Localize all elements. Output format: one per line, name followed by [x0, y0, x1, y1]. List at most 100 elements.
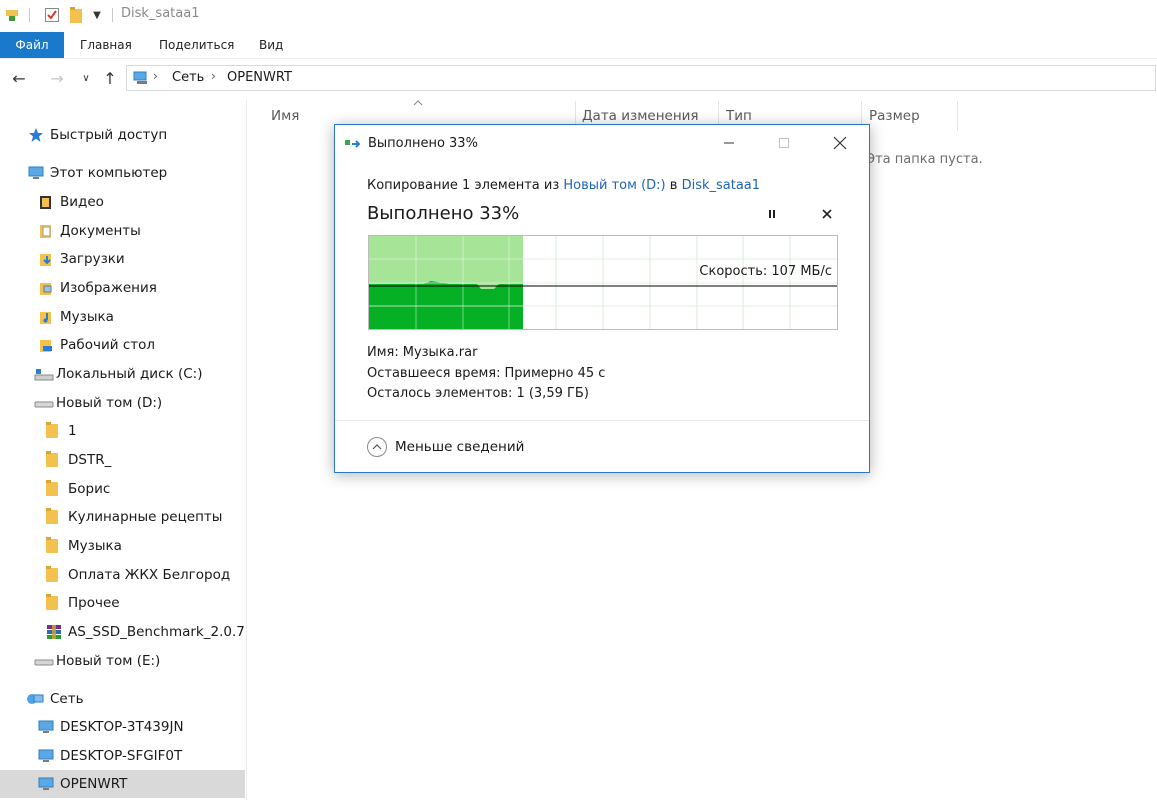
address-bar[interactable]: › Сеть › OPENWRT — [126, 65, 1156, 91]
nav-folder[interactable]: Музыка — [0, 532, 245, 560]
nav-item-documents[interactable]: Документы — [0, 217, 245, 245]
tab-view[interactable]: Вид — [259, 32, 283, 58]
folder-icon — [46, 422, 62, 439]
detail-time: Оставшееся время: Примерно 45 с — [367, 366, 605, 381]
separator — [29, 8, 30, 22]
desktop-folder-icon — [38, 337, 54, 353]
less-details-button[interactable]: Меньше сведений — [367, 437, 524, 457]
column-name[interactable]: Имя — [271, 108, 299, 124]
nav-item-downloads[interactable]: Загрузки — [0, 245, 245, 273]
nav-folder[interactable]: Кулинарные рецепты — [0, 503, 245, 531]
star-icon — [28, 127, 44, 143]
computer-icon — [38, 748, 54, 764]
nav-item-music[interactable]: Музыка — [0, 303, 245, 331]
drive-icon — [34, 653, 54, 669]
new-folder-icon[interactable] — [66, 5, 86, 25]
properties-icon[interactable] — [42, 5, 62, 25]
nav-label: Кулинарные рецепты — [68, 509, 223, 525]
up-button[interactable]: ↑ — [100, 68, 120, 88]
nav-network-computer-selected[interactable]: OPENWRT — [0, 770, 245, 798]
nav-item-desktop[interactable]: Рабочий стол — [0, 331, 245, 359]
nav-label: OPENWRT — [60, 776, 128, 792]
detail-label: Имя: — [367, 345, 399, 360]
column-divider[interactable] — [957, 101, 958, 131]
nav-item-drive-e[interactable]: Новый том (E:) — [0, 647, 245, 675]
nav-folder[interactable]: Прочее — [0, 589, 245, 617]
tab-file[interactable]: Файл — [0, 32, 64, 58]
back-button[interactable]: ← — [9, 68, 29, 88]
pictures-folder-icon — [38, 280, 54, 296]
destination-link[interactable]: Disk_sataa1 — [682, 178, 760, 193]
minimize-button[interactable] — [714, 131, 744, 155]
speed-label: Скорость: 107 МБ/с — [699, 264, 832, 279]
ribbon: Файл Главная Поделиться Вид — [0, 32, 1157, 59]
close-button[interactable] — [825, 131, 855, 155]
nav-network[interactable]: Сеть — [0, 685, 245, 713]
folder-icon — [46, 594, 62, 611]
video-folder-icon — [38, 194, 54, 210]
copy-mid: в — [669, 178, 678, 193]
nav-network-computer[interactable]: DESKTOP-3T439JN — [0, 713, 245, 741]
nav-file-benchmark[interactable]: AS_SSD_Benchmark_2.0.7316 — [0, 618, 245, 646]
empty-folder-message: Эта папка пуста. — [866, 152, 983, 167]
explorer-icon — [2, 5, 22, 25]
nav-network-computer[interactable]: DESKTOP-SFGIF0T — [0, 742, 245, 770]
nav-label: Музыка — [60, 309, 114, 325]
nav-item-video[interactable]: Видео — [0, 188, 245, 216]
copy-description: Копирование 1 элемента из Новый том (D:)… — [367, 178, 760, 193]
customize-toolbar-icon[interactable]: ▼ — [88, 5, 106, 25]
nav-folder[interactable]: DSTR_ — [0, 446, 245, 474]
sort-ascending-icon — [413, 97, 423, 107]
nav-label: Локальный диск (C:) — [56, 366, 203, 382]
tab-share[interactable]: Поделиться — [159, 32, 234, 58]
maximize-button[interactable] — [769, 131, 799, 155]
nav-label: Прочее — [68, 595, 120, 611]
breadcrumb-openwrt[interactable]: OPENWRT — [227, 70, 292, 85]
nav-label: Новый том (D:) — [56, 395, 163, 411]
nav-label: DESKTOP-3T439JN — [60, 719, 184, 735]
separator — [112, 8, 113, 22]
recent-locations-button[interactable]: ∨ — [76, 68, 96, 88]
computer-icon — [28, 165, 44, 181]
column-size[interactable]: Размер — [869, 108, 920, 124]
forward-button[interactable]: → — [47, 68, 67, 88]
breadcrumb-separator: › — [211, 69, 216, 83]
copy-progress-dialog: Выполнено 33% Копирование 1 элемента из … — [334, 124, 870, 473]
nav-item-pictures[interactable]: Изображения — [0, 274, 245, 302]
cancel-button[interactable] — [812, 202, 842, 226]
detail-name: Имя: Музыка.rar — [367, 345, 477, 360]
drive-icon — [34, 395, 54, 411]
detail-value: 1 (3,59 ГБ) — [516, 386, 589, 401]
column-type[interactable]: Тип — [726, 108, 752, 124]
column-date[interactable]: Дата изменения — [582, 108, 699, 124]
detail-label: Оставшееся время: — [367, 366, 501, 381]
folder-icon — [46, 480, 62, 497]
nav-item-drive-c[interactable]: Локальный диск (C:) — [0, 360, 245, 388]
dialog-title: Выполнено 33% — [368, 136, 478, 151]
nav-label: Борис — [68, 481, 111, 497]
nav-folder[interactable]: Борис — [0, 475, 245, 503]
computer-icon — [38, 776, 54, 792]
network-globe-icon — [26, 691, 44, 707]
folder-icon — [46, 508, 62, 525]
nav-label: Рабочий стол — [60, 337, 155, 353]
breadcrumb-network[interactable]: Сеть — [172, 70, 204, 85]
nav-this-pc[interactable]: Этот компьютер — [0, 159, 245, 187]
nav-item-drive-d[interactable]: Новый том (D:) — [0, 389, 245, 417]
address-row: ← → ∨ ↑ › Сеть › OPENWRT — [0, 62, 1157, 94]
nav-label: Документы — [60, 223, 141, 239]
detail-value: Музыка.rar — [402, 345, 478, 360]
nav-quick-access[interactable]: Быстрый доступ — [0, 121, 245, 149]
folder-icon — [46, 566, 62, 583]
nav-folder[interactable]: Оплата ЖКХ Белгород — [0, 561, 245, 589]
computer-icon — [38, 719, 54, 735]
tab-home[interactable]: Главная — [80, 32, 132, 58]
speed-area — [369, 281, 523, 329]
nav-label: Видео — [60, 194, 104, 210]
nav-label: DESKTOP-SFGIF0T — [60, 748, 183, 764]
source-link[interactable]: Новый том (D:) — [563, 178, 665, 193]
chevron-up-icon — [367, 437, 387, 457]
folder-icon — [46, 451, 62, 468]
pause-button[interactable] — [757, 202, 787, 226]
nav-folder[interactable]: 1 — [0, 417, 245, 445]
